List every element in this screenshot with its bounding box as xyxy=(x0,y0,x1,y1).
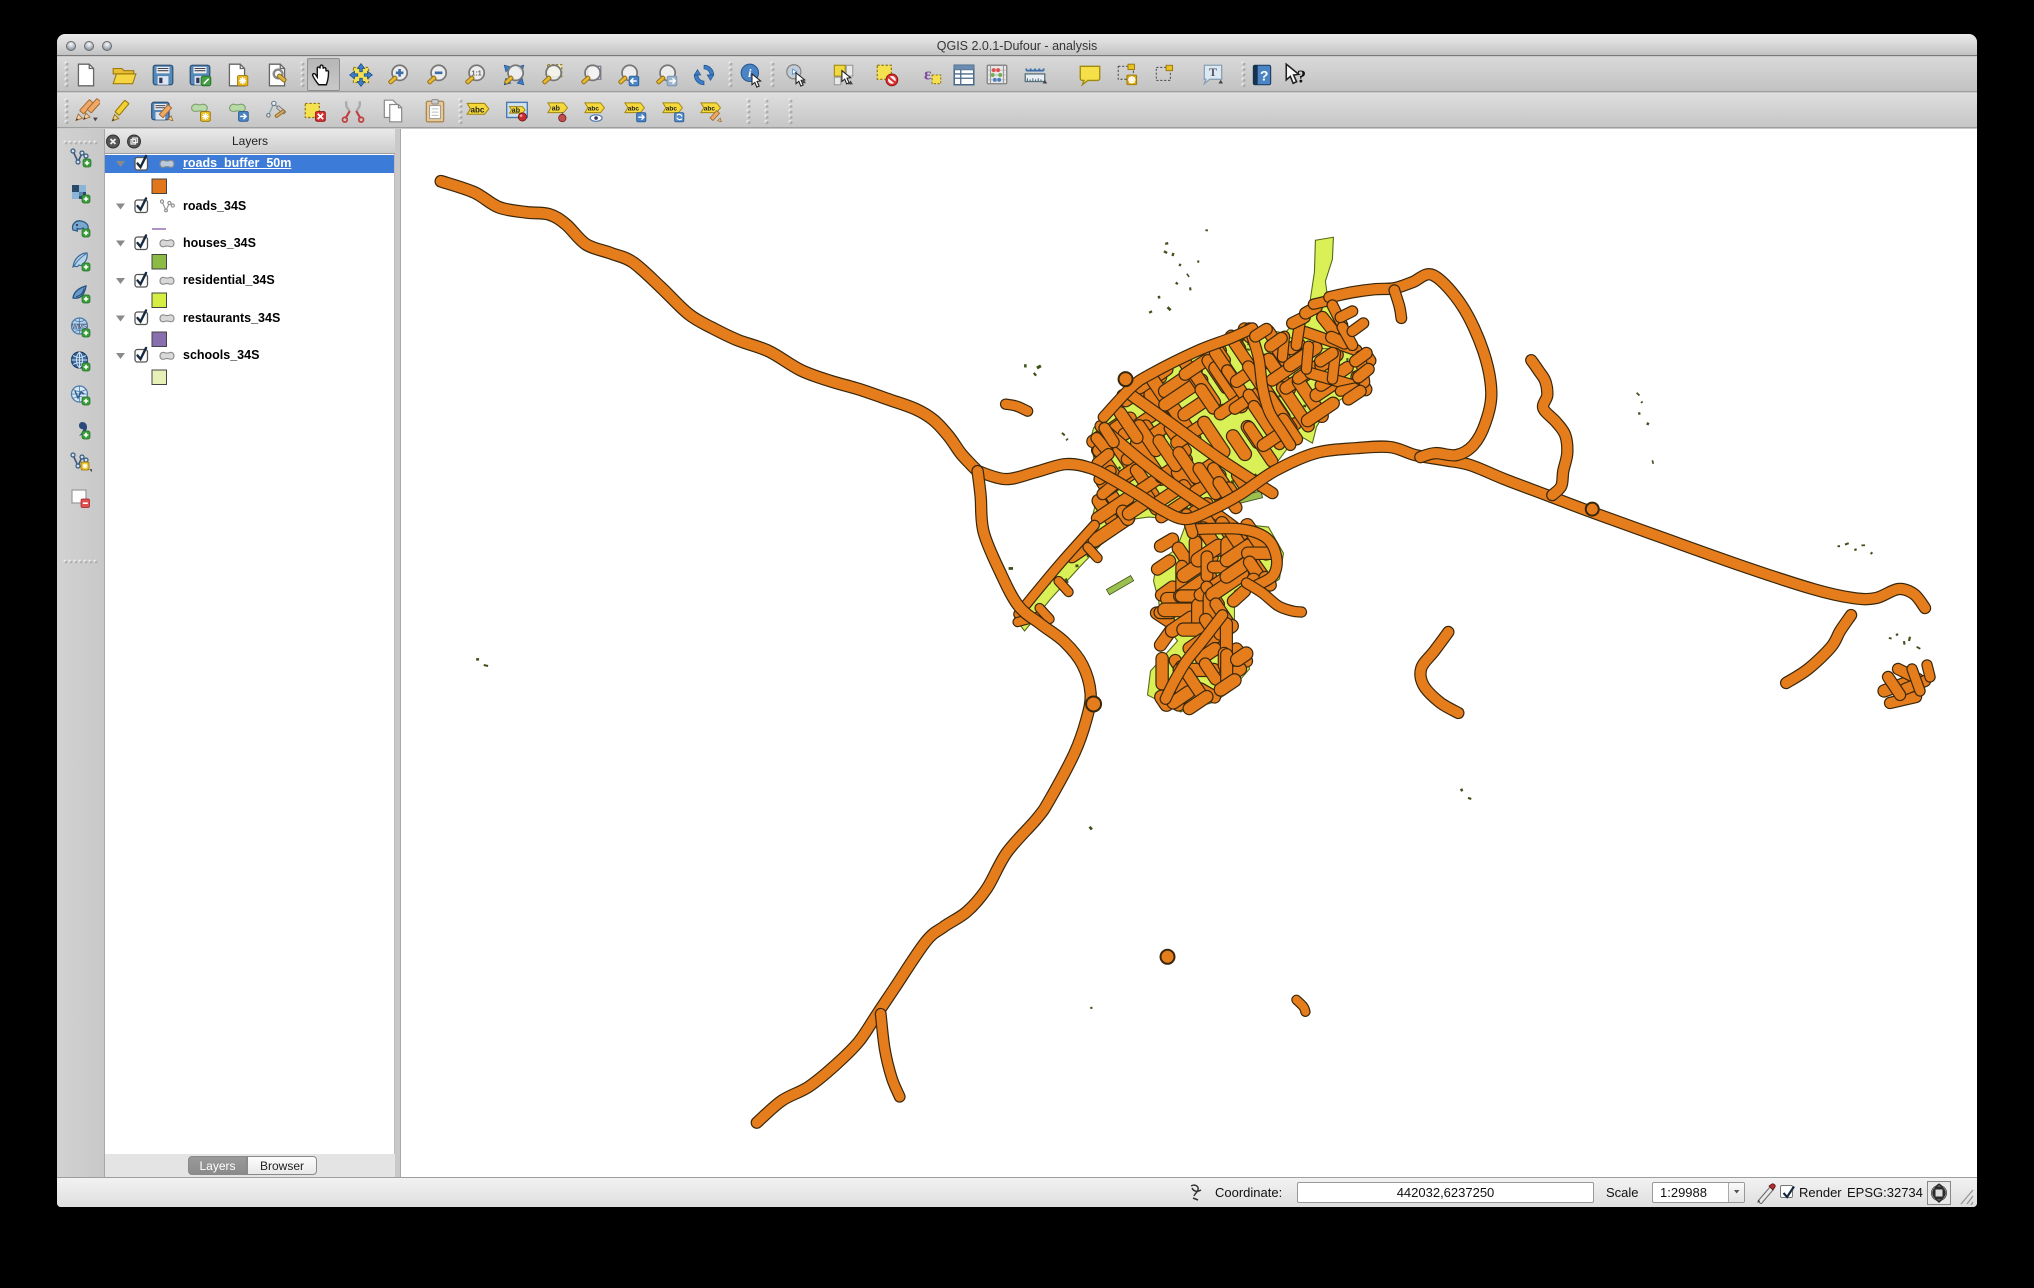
svg-text:ab: ab xyxy=(552,105,560,112)
svg-text:1:1: 1:1 xyxy=(472,71,482,78)
svg-text:abc: abc xyxy=(704,105,716,112)
svg-text:ε: ε xyxy=(924,64,932,83)
svg-text:?: ? xyxy=(1297,67,1306,87)
svg-text:ab: ab xyxy=(512,108,520,115)
svg-text:T: T xyxy=(1209,65,1217,79)
svg-text:abc: abc xyxy=(628,105,640,112)
svg-text:?: ? xyxy=(1260,67,1269,83)
svg-text:abc: abc xyxy=(470,106,484,115)
svg-text:abc: abc xyxy=(666,105,678,112)
svg-text:abc: abc xyxy=(588,105,600,112)
